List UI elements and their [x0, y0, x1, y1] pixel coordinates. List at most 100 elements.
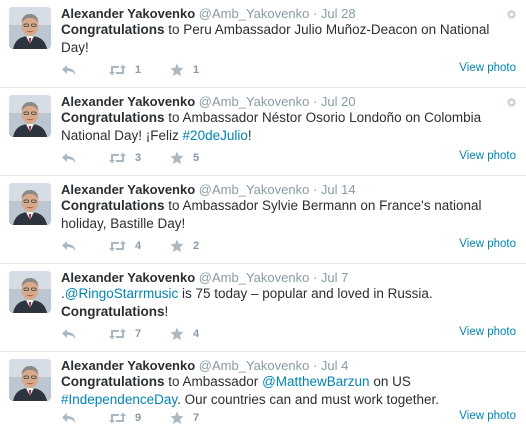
tweet-timestamp[interactable]: Jul 7: [321, 270, 348, 285]
retweet-count: 9: [135, 412, 142, 424]
retweet-icon: [108, 412, 127, 424]
favorite-count: 5: [193, 152, 200, 164]
reply-icon: [61, 412, 77, 424]
tweet-header: Alexander Yakovenko @Amb_Yakovenko · Jul…: [61, 93, 356, 110]
tweet-text-bold: Congratulations: [61, 22, 165, 37]
retweet-count: 4: [135, 240, 142, 252]
favorite-count: 4: [193, 328, 200, 340]
author-name[interactable]: Alexander Yakovenko: [61, 182, 195, 197]
favorite-button[interactable]: 2: [170, 239, 199, 253]
tweet[interactable]: Alexander Yakovenko @Amb_Yakovenko · Jul…: [0, 264, 526, 352]
tweet-header: Alexander Yakovenko @Amb_Yakovenko · Jul…: [61, 181, 356, 198]
tweet-text-bold: Congratulations: [61, 374, 165, 389]
tweet-actions: 9 7: [61, 409, 199, 427]
tweet-actions: 7 4: [61, 325, 199, 343]
view-photo-link[interactable]: View photo: [459, 410, 516, 422]
tweet-header: Alexander Yakovenko @Amb_Yakovenko · Jul…: [61, 5, 356, 22]
tweet-timestamp[interactable]: Jul 14: [321, 182, 356, 197]
tweet[interactable]: Alexander Yakovenko @Amb_Yakovenko · Jul…: [0, 88, 526, 176]
star-icon: [170, 63, 184, 77]
mention-link[interactable]: @RingoStarrmusic: [65, 286, 178, 301]
hashtag-link[interactable]: #20deJulio: [183, 128, 248, 143]
tweet-actions: 1 1: [61, 61, 199, 79]
star-icon: [170, 327, 184, 341]
author-handle[interactable]: @Amb_Yakovenko: [199, 270, 310, 285]
avatar[interactable]: [9, 95, 51, 137]
retweet-icon: [108, 240, 127, 252]
author-handle[interactable]: @Amb_Yakovenko: [199, 6, 310, 21]
avatar[interactable]: [9, 7, 51, 49]
separator-dot: ·: [312, 6, 318, 21]
tweet-text-part: on US: [369, 374, 411, 389]
retweet-icon: [108, 328, 127, 340]
tweet-text-bold: Congratulations: [61, 110, 165, 125]
view-photo-link[interactable]: View photo: [459, 238, 516, 250]
tweet-actions: 3 5: [61, 149, 199, 167]
favorite-count: 7: [193, 412, 200, 424]
tweet[interactable]: Alexander Yakovenko @Amb_Yakovenko · Jul…: [0, 176, 526, 264]
tweet-actions: 4 2: [61, 237, 199, 255]
reply-button[interactable]: [61, 328, 108, 340]
favorite-button[interactable]: 7: [170, 411, 199, 425]
tweet[interactable]: Alexander Yakovenko @Amb_Yakovenko · Jul…: [0, 0, 526, 88]
retweet-button[interactable]: 3: [108, 152, 170, 164]
tweet-timestamp[interactable]: Jul 4: [321, 358, 348, 373]
tweet-text: Congratulations to Ambassador Sylvie Ber…: [61, 197, 511, 233]
retweet-count: 1: [135, 64, 142, 76]
tweet-text-part: !: [164, 304, 169, 319]
retweet-button[interactable]: 7: [108, 328, 170, 340]
reply-icon: [61, 240, 77, 252]
retweet-button[interactable]: 4: [108, 240, 170, 252]
reply-button[interactable]: [61, 240, 108, 252]
author-handle[interactable]: @Amb_Yakovenko: [199, 94, 310, 109]
author-handle[interactable]: @Amb_Yakovenko: [199, 358, 310, 373]
retweet-icon: [108, 64, 127, 76]
tweet[interactable]: Alexander Yakovenko @Amb_Yakovenko · Jul…: [0, 352, 526, 435]
view-photo-link[interactable]: View photo: [459, 326, 516, 338]
tweet-text-part: . Our countries can and must work togeth…: [177, 392, 439, 407]
author-handle[interactable]: @Amb_Yakovenko: [199, 182, 310, 197]
view-photo-link[interactable]: View photo: [459, 62, 516, 74]
retweet-icon: [108, 152, 127, 164]
mention-link[interactable]: @MatthewBarzun: [262, 374, 370, 389]
reply-button[interactable]: [61, 412, 108, 424]
retweet-count: 3: [135, 152, 142, 164]
author-name[interactable]: Alexander Yakovenko: [61, 6, 195, 21]
retweet-button[interactable]: 1: [108, 64, 170, 76]
favorite-count: 1: [193, 64, 200, 76]
tweet-text-part: to Ambassador: [164, 374, 263, 389]
hashtag-link[interactable]: #IndependenceDay: [61, 392, 177, 407]
tweet-text: Congratulations to Ambassador @MatthewBa…: [61, 373, 511, 409]
favorite-button[interactable]: 5: [170, 151, 199, 165]
tweet-text: Congratulations to Ambassador Néstor Oso…: [61, 109, 511, 145]
favorite-count: 2: [193, 240, 200, 252]
separator-dot: ·: [312, 182, 318, 197]
tweet-header: Alexander Yakovenko @Amb_Yakovenko · Jul…: [61, 269, 348, 286]
separator-dot: ·: [312, 94, 318, 109]
avatar[interactable]: [9, 183, 51, 225]
tweet-text-part: !: [247, 128, 252, 143]
favorite-button[interactable]: 4: [170, 327, 199, 341]
tweet-timestamp[interactable]: Jul 20: [321, 94, 356, 109]
tweet-timestamp[interactable]: Jul 28: [321, 6, 356, 21]
reply-icon: [61, 64, 77, 76]
avatar[interactable]: [9, 359, 51, 401]
tweet-header: Alexander Yakovenko @Amb_Yakovenko · Jul…: [61, 357, 348, 374]
reply-button[interactable]: [61, 152, 108, 164]
retweet-count: 7: [135, 328, 142, 340]
tweet-text-bold: Congratulations: [61, 198, 165, 213]
author-name[interactable]: Alexander Yakovenko: [61, 358, 195, 373]
timeline: Alexander Yakovenko @Amb_Yakovenko · Jul…: [0, 0, 526, 435]
author-name[interactable]: Alexander Yakovenko: [61, 270, 195, 285]
tweet-text-bold: Congratulations: [61, 304, 165, 319]
separator-dot: ·: [312, 358, 318, 373]
author-name[interactable]: Alexander Yakovenko: [61, 94, 195, 109]
reply-button[interactable]: [61, 64, 108, 76]
avatar[interactable]: [9, 271, 51, 313]
view-photo-link[interactable]: View photo: [459, 150, 516, 162]
star-icon: [170, 151, 184, 165]
retweet-button[interactable]: 9: [108, 412, 170, 424]
separator-dot: ·: [312, 270, 318, 285]
reply-icon: [61, 328, 77, 340]
favorite-button[interactable]: 1: [170, 63, 199, 77]
